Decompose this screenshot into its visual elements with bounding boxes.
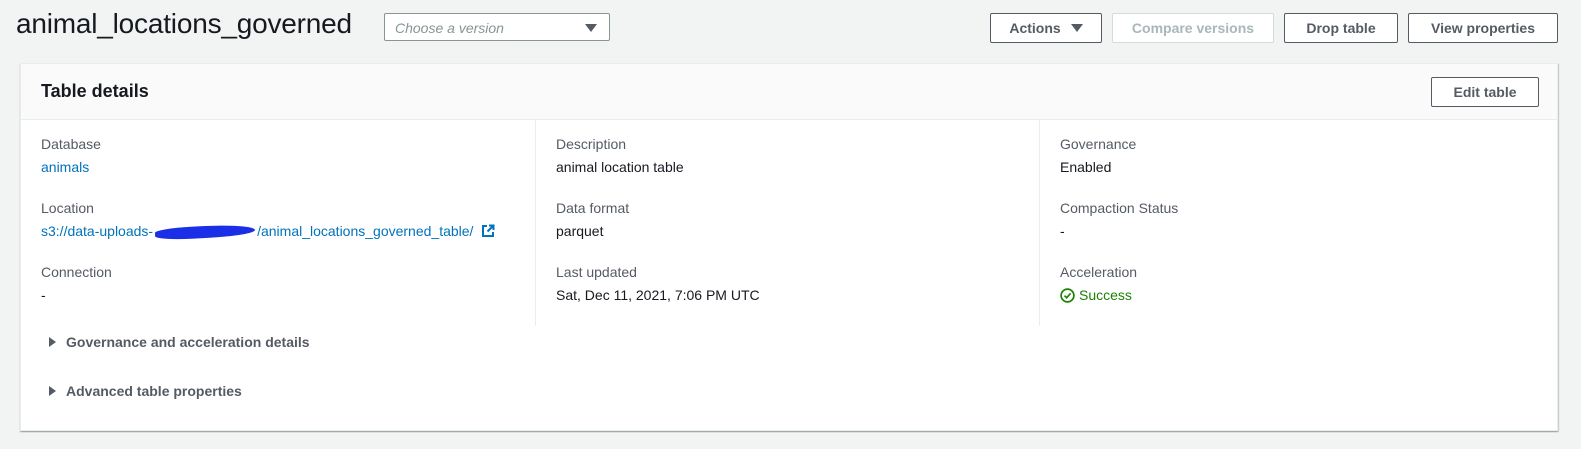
connection-value: - [41,287,46,303]
description-label: Description [556,136,627,152]
details-column-2: Description animal location table Data f… [535,120,1040,326]
drop-table-button[interactable]: Drop table [1284,13,1398,43]
redaction-mark [154,223,256,241]
acceleration-field: Acceleration Success [1060,264,1137,303]
compaction-status-value: - [1060,223,1065,239]
panel-title: Table details [41,81,149,101]
advanced-properties-expander[interactable]: Advanced table properties [49,383,242,399]
database-link[interactable]: animals [41,159,101,175]
details-column-3: Governance Enabled Compaction Status - A… [1039,120,1558,326]
caret-right-icon [49,337,56,347]
status-success-icon [1060,287,1075,303]
connection-label: Connection [41,264,112,280]
acceleration-label: Acceleration [1060,264,1138,280]
acceleration-value: Success [1079,287,1132,303]
database-label: Database [41,136,101,152]
database-field: Database animals [41,136,101,175]
caret-down-icon [1070,24,1083,32]
caret-down-icon [585,24,597,32]
governance-label: Governance [1060,136,1137,152]
external-link-icon [482,224,495,237]
advanced-expander-label: Advanced table properties [66,383,242,399]
compare-versions-button[interactable]: Compare versions [1112,13,1274,43]
acceleration-status: Success [1060,287,1137,303]
connection-field: Connection - [41,264,112,303]
page-title: animal_locations_governed [16,8,352,39]
data-format-value: parquet [556,223,604,239]
actions-button[interactable]: Actions [990,13,1102,43]
page-header: animal_locations_governed Choose a versi… [0,0,1581,56]
edit-table-button[interactable]: Edit table [1431,77,1539,107]
panel-header: Table details Edit table [21,64,1557,120]
location-suffix: /animal_locations_governed_table/ [257,223,474,239]
location-prefix: s3://data-uploads- [41,223,154,239]
location-field: Location s3://data-uploads- /animal_locat… [41,200,495,241]
last-updated-label: Last updated [556,264,637,280]
governance-field: Governance Enabled [1060,136,1136,175]
view-properties-button[interactable]: View properties [1408,13,1558,43]
actions-button-label: Actions [1009,20,1061,36]
details-column-1: Database animals Location s3://data-uplo… [21,120,535,326]
table-details-panel: Table details Edit table Database animal… [20,63,1558,431]
last-updated-field: Last updated Sat, Dec 11, 2021, 7:06 PM … [556,264,760,303]
data-format-label: Data format [556,200,630,216]
version-select[interactable]: Choose a version [384,13,610,41]
location-link[interactable]: s3://data-uploads- /animal_locations_gove… [41,223,495,241]
last-updated-value: Sat, Dec 11, 2021, 7:06 PM UTC [556,287,760,303]
governance-value: Enabled [1060,159,1112,175]
governance-acceleration-expander[interactable]: Governance and acceleration details [49,334,310,350]
caret-right-icon [49,386,56,396]
compaction-status-label: Compaction Status [1060,200,1179,216]
description-field: Description animal location table [556,136,684,175]
data-format-field: Data format parquet [556,200,629,239]
governance-expander-label: Governance and acceleration details [66,334,310,350]
location-label: Location [41,200,94,216]
compaction-status-field: Compaction Status - [1060,200,1178,239]
version-select-placeholder: Choose a version [395,20,504,36]
description-value: animal location table [556,159,684,175]
